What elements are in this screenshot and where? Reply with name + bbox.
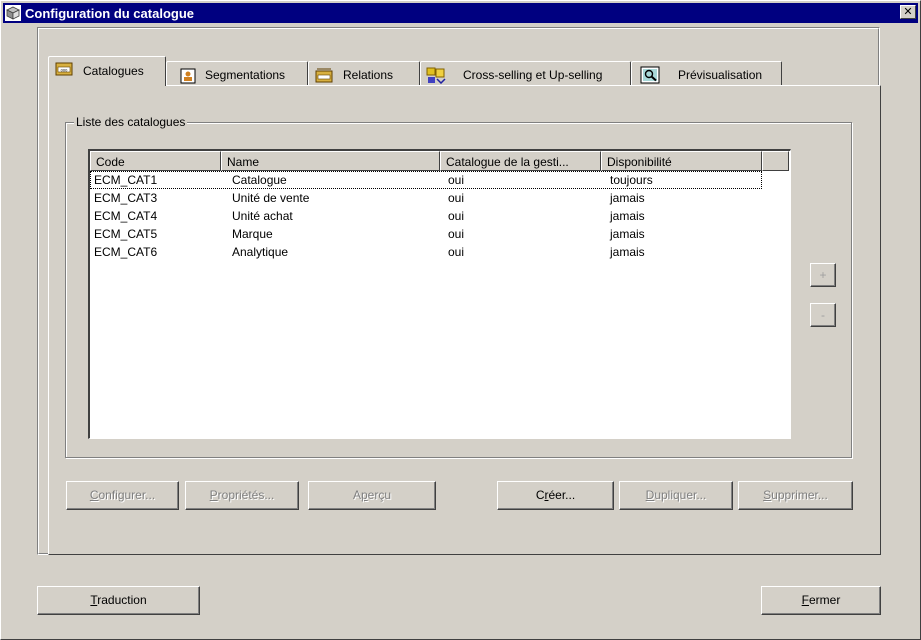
table-row[interactable]: ECM_CAT1 Catalogue oui toujours bbox=[90, 171, 762, 189]
tab-label: Prévisualisation bbox=[678, 68, 763, 82]
cell-gestion: oui bbox=[448, 191, 465, 205]
table-row[interactable]: ECM_CAT4 Unité achat oui jamais bbox=[90, 207, 762, 225]
cell-name: Analytique bbox=[232, 245, 289, 259]
duplicate-button[interactable]: Dupliquer... bbox=[619, 481, 733, 510]
tab-panel-catalogues: Liste des catalogues Code Name Catalogue… bbox=[48, 85, 881, 555]
add-row-button[interactable]: + bbox=[810, 263, 836, 287]
translation-button[interactable]: Traduction bbox=[37, 586, 200, 615]
table-row[interactable]: ECM_CAT3 Unité de vente oui jamais bbox=[90, 189, 762, 207]
tab-label: Catalogues bbox=[83, 64, 144, 78]
tab-catalogues[interactable]: 000 Catalogues bbox=[48, 56, 166, 86]
remove-row-button[interactable]: - bbox=[810, 303, 836, 327]
relations-icon bbox=[315, 68, 333, 83]
catalog-list[interactable]: Code Name Catalogue de la gesti... Dispo… bbox=[88, 149, 791, 439]
configure-button[interactable]: Configurer... bbox=[66, 481, 179, 510]
cell-code: ECM_CAT1 bbox=[94, 173, 158, 187]
column-header-disponibilite[interactable]: Disponibilité bbox=[601, 151, 762, 171]
cell-gestion: oui bbox=[448, 227, 465, 241]
cell-code: ECM_CAT3 bbox=[94, 191, 158, 205]
title-bar[interactable]: Configuration du catalogue ✕ bbox=[3, 3, 918, 23]
cell-disponibilite: jamais bbox=[610, 209, 645, 223]
tab-label: Segmentations bbox=[205, 68, 286, 82]
close-dialog-button[interactable]: Fermer bbox=[761, 586, 881, 615]
cross-selling-icon bbox=[426, 67, 446, 84]
cell-disponibilite: toujours bbox=[610, 173, 653, 187]
cell-gestion: oui bbox=[448, 173, 465, 187]
group-title: Liste des catalogues bbox=[74, 115, 188, 129]
column-header-gestion[interactable]: Catalogue de la gesti... bbox=[440, 151, 601, 171]
dialog-window: Configuration du catalogue ✕ 000 Catalog… bbox=[0, 0, 921, 640]
cell-disponibilite: jamais bbox=[610, 191, 645, 205]
delete-button[interactable]: Supprimer... bbox=[738, 481, 853, 510]
cube-icon bbox=[5, 5, 21, 21]
cell-name: Unité de vente bbox=[232, 191, 310, 205]
properties-button[interactable]: Propriétés... bbox=[185, 481, 299, 510]
cell-code: ECM_CAT5 bbox=[94, 227, 158, 241]
tab-label: Cross-selling et Up-selling bbox=[463, 68, 603, 82]
close-button[interactable]: ✕ bbox=[900, 5, 916, 19]
catalog-list-group: Liste des catalogues Code Name Catalogue… bbox=[65, 115, 852, 458]
cell-disponibilite: jamais bbox=[610, 227, 645, 241]
tab-cross-selling[interactable]: Cross-selling et Up-selling bbox=[420, 61, 631, 87]
column-header-filler bbox=[762, 151, 789, 171]
cell-name: Catalogue bbox=[232, 173, 287, 187]
cell-name: Marque bbox=[232, 227, 273, 241]
preview-icon bbox=[640, 66, 660, 84]
window-title: Configuration du catalogue bbox=[25, 6, 194, 21]
cell-name: Unité achat bbox=[232, 209, 293, 223]
cell-gestion: oui bbox=[448, 209, 465, 223]
tab-relations[interactable]: Relations bbox=[308, 61, 420, 87]
tab-label: Relations bbox=[343, 68, 394, 82]
tab-previsualisation[interactable]: Prévisualisation bbox=[631, 61, 782, 87]
column-header-name[interactable]: Name bbox=[221, 151, 440, 171]
cell-gestion: oui bbox=[448, 245, 465, 259]
cell-disponibilite: jamais bbox=[610, 245, 645, 259]
segmentation-icon bbox=[180, 68, 196, 84]
tab-segmentations[interactable]: Segmentations bbox=[166, 61, 308, 87]
table-row[interactable]: ECM_CAT5 Marque oui jamais bbox=[90, 225, 762, 243]
catalog-icon: 000 bbox=[55, 62, 73, 76]
cell-code: ECM_CAT6 bbox=[94, 245, 158, 259]
svg-text:000: 000 bbox=[61, 68, 68, 73]
create-button[interactable]: Créer... bbox=[497, 481, 614, 510]
column-header-code[interactable]: Code bbox=[90, 151, 221, 171]
close-icon: ✕ bbox=[903, 6, 913, 18]
cell-code: ECM_CAT4 bbox=[94, 209, 158, 223]
preview-button[interactable]: Aperçu bbox=[308, 481, 436, 510]
list-header: Code Name Catalogue de la gesti... Dispo… bbox=[90, 151, 790, 171]
table-row[interactable]: ECM_CAT6 Analytique oui jamais bbox=[90, 243, 762, 261]
